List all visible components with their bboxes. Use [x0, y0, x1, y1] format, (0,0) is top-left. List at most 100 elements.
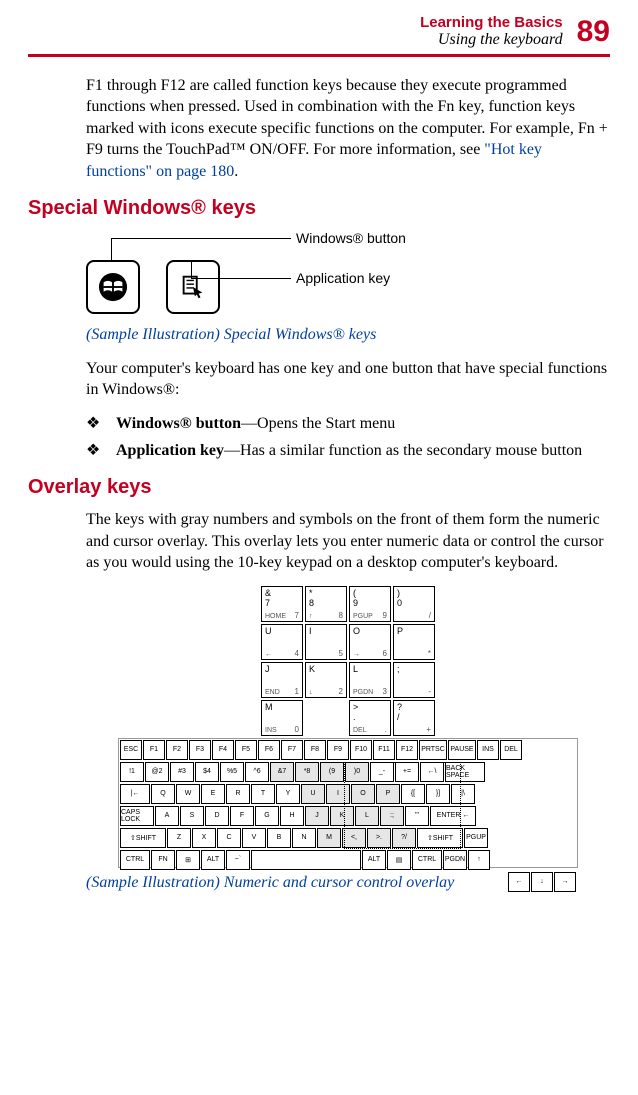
- keyboard-key: ←\: [420, 762, 444, 782]
- keyboard-key: ↓: [531, 872, 553, 892]
- keyboard-key: F2: [166, 740, 188, 760]
- keyboard-key: *8: [295, 762, 319, 782]
- keyboard-key: ENTER ←: [430, 806, 476, 826]
- leader-line: [111, 238, 112, 260]
- keyboard-key: O: [351, 784, 375, 804]
- keyboard-key: ?/: [392, 828, 416, 848]
- keyboard-key: F8: [304, 740, 326, 760]
- page-header: Learning the Basics Using the keyboard 8…: [28, 14, 610, 50]
- keyboard-key: )0: [345, 762, 369, 782]
- keyboard-key: :;: [380, 806, 404, 826]
- keyboard-key: &7: [270, 762, 294, 782]
- page-number: 89: [577, 15, 610, 49]
- keyboard-key: M: [317, 828, 341, 848]
- keyboard-key: N: [292, 828, 316, 848]
- overlay-key: O→6: [349, 624, 391, 660]
- bullet-rest: —Has a similar function as the secondary…: [224, 442, 582, 459]
- keyboard-key: ALT: [201, 850, 225, 870]
- keyboard-key: B: [267, 828, 291, 848]
- keyboard-key: F4: [212, 740, 234, 760]
- overlay-magnified-row: MINS0>.DEL.?/+: [118, 700, 578, 736]
- overlay-keys-figure: &7HOME7*8↑8(9PGUP9)0/U←4I5O→6P*JEND1K↓2L…: [118, 586, 578, 868]
- overlay-key: *8↑8: [305, 586, 347, 622]
- keyboard-key: U: [301, 784, 325, 804]
- keyboard-key: |\: [451, 784, 475, 804]
- keyboard-key: BACK SPACE: [445, 762, 485, 782]
- keyboard-key: ⇧SHIFT: [120, 828, 166, 848]
- caption-special-windows-keys: (Sample Illustration) Special Windows® k…: [86, 326, 610, 344]
- keyboard-key: #3: [170, 762, 194, 782]
- overlay-key: U←4: [261, 624, 303, 660]
- keyboard-key: F5: [235, 740, 257, 760]
- keyboard-key: FN: [151, 850, 175, 870]
- keyboard-key: (9: [320, 762, 344, 782]
- keyboard-key: Z: [167, 828, 191, 848]
- keyboard-key: I: [326, 784, 350, 804]
- full-keyboard-diagram: ESCF1F2F3F4F5F6F7F8F9F10F11F12PRTSCPAUSE…: [118, 738, 578, 868]
- keyboard-row: ⇧SHIFTZXCVBNM<,>.?/⇧SHIFTPGUP: [119, 827, 577, 849]
- overlay-key: I5: [305, 624, 347, 660]
- special-windows-bullets: Windows® button—Opens the Start menu App…: [86, 413, 610, 462]
- keyboard-key: <,: [342, 828, 366, 848]
- chapter-title: Learning the Basics: [420, 14, 563, 31]
- header-rule: [28, 54, 610, 57]
- overlay-key: )0/: [393, 586, 435, 622]
- keyboard-key: ESC: [120, 740, 142, 760]
- keyboard-row: CAPS LOCKASDFGHJKL:;"'ENTER ←: [119, 805, 577, 827]
- overlay-magnified-row: U←4I5O→6P*: [118, 624, 578, 660]
- keyboard-key: F11: [373, 740, 395, 760]
- keyboard-key: X: [192, 828, 216, 848]
- keyboard-key: F6: [258, 740, 280, 760]
- keyboard-key: ⇧SHIFT: [417, 828, 463, 848]
- keyboard-row: |←QWERTYUIOP{[}]|\: [119, 783, 577, 805]
- intro-paragraph: F1 through F12 are called function keys …: [86, 75, 610, 183]
- keyboard-key: Y: [276, 784, 300, 804]
- keyboard-key: ▤: [387, 850, 411, 870]
- keyboard-key: CTRL: [120, 850, 150, 870]
- keyboard-key: J: [305, 806, 329, 826]
- menu-pointer-icon: [178, 272, 208, 302]
- overlay-key: P*: [393, 624, 435, 660]
- keyboard-key: "': [405, 806, 429, 826]
- keyboard-key: F7: [281, 740, 303, 760]
- keyboard-key: F: [230, 806, 254, 826]
- windows-flag-icon: [98, 272, 128, 302]
- keyboard-key: ALT: [362, 850, 386, 870]
- keyboard-key: PGUP: [464, 828, 488, 848]
- keyboard-key: PGDN: [443, 850, 467, 870]
- keyboard-key: F10: [350, 740, 372, 760]
- keyboard-key: T: [251, 784, 275, 804]
- bullet-windows-button: Windows® button—Opens the Start menu: [86, 413, 610, 435]
- overlay-key: JEND1: [261, 662, 303, 698]
- keyboard-key: @2: [145, 762, 169, 782]
- keyboard-key: C: [217, 828, 241, 848]
- figure-label-application-key: Application key: [296, 270, 390, 286]
- keyboard-key: F9: [327, 740, 349, 760]
- keyboard-key: F1: [143, 740, 165, 760]
- bullet-strong: Windows® button: [116, 415, 241, 432]
- keyboard-row: ←↓→: [119, 871, 577, 893]
- keyboard-key: →: [554, 872, 576, 892]
- keyboard-key: DEL: [500, 740, 522, 760]
- keyboard-row: CTRLFN⊞ALT~`ALT▤CTRLPGDN↑: [119, 849, 577, 871]
- keyboard-key: ←: [508, 872, 530, 892]
- keyboard-key: L: [355, 806, 379, 826]
- keyboard-key: PAUSE: [448, 740, 476, 760]
- keyboard-key: |←: [120, 784, 150, 804]
- keyboard-key: R: [226, 784, 250, 804]
- bullet-strong: Application key: [116, 442, 224, 459]
- overlay-magnified-row: &7HOME7*8↑8(9PGUP9)0/: [118, 586, 578, 622]
- keyboard-key: {[: [401, 784, 425, 804]
- keyboard-key: Q: [151, 784, 175, 804]
- windows-key-icon: [86, 260, 140, 314]
- overlay-key: ;-: [393, 662, 435, 698]
- application-key-icon: [166, 260, 220, 314]
- heading-special-windows-keys-text: Special Windows® keys: [28, 197, 256, 219]
- keyboard-key: P: [376, 784, 400, 804]
- overlay-key: K↓2: [305, 662, 347, 698]
- keyboard-key: E: [201, 784, 225, 804]
- keyboard-key: }]: [426, 784, 450, 804]
- overlay-key: LPGDN3: [349, 662, 391, 698]
- heading-overlay-keys: Overlay keys: [28, 476, 610, 499]
- keyboard-key: F3: [189, 740, 211, 760]
